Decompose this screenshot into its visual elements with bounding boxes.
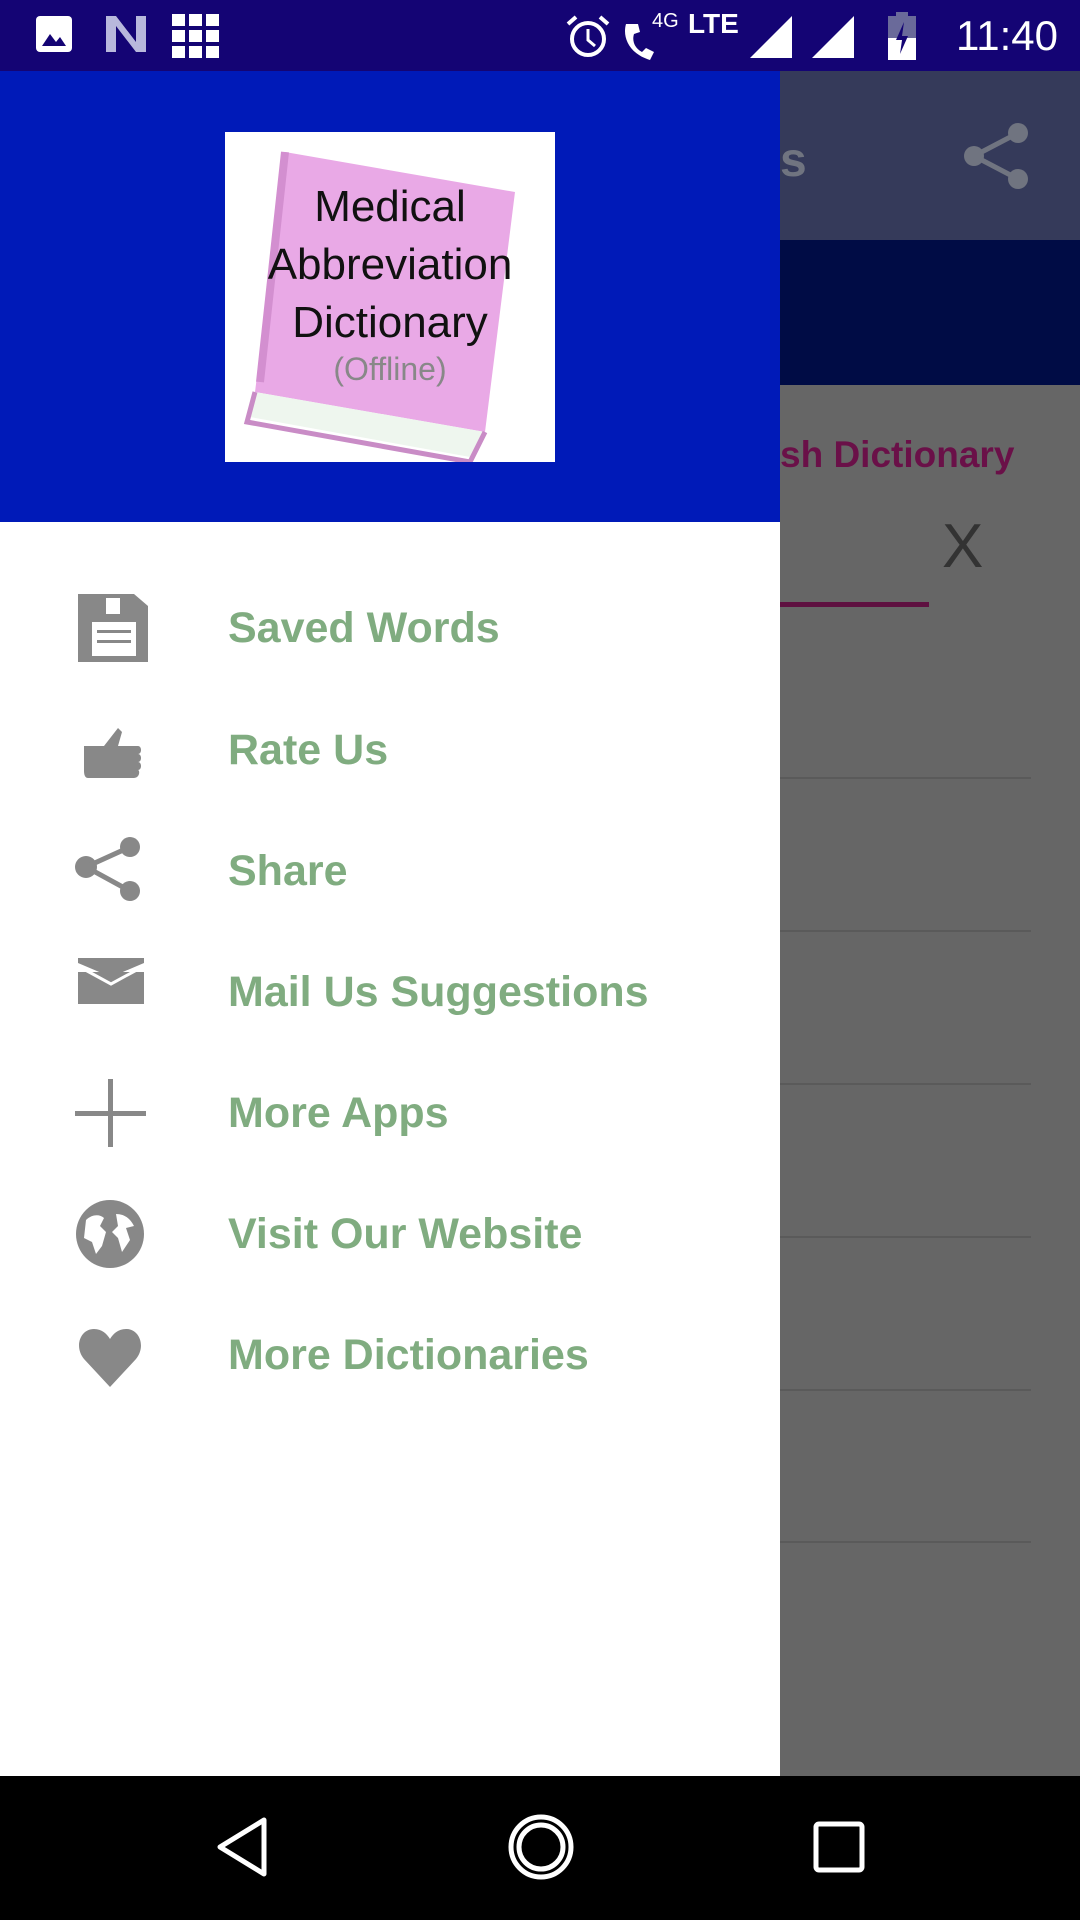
- back-button[interactable]: [214, 1812, 270, 1887]
- app-bar: s: [780, 71, 1080, 240]
- menu-item-more-apps[interactable]: More Apps: [0, 1053, 780, 1173]
- subtitle: sh Dictionary: [780, 434, 1015, 475]
- list-divider: [780, 1389, 1031, 1391]
- list-divider: [780, 1236, 1031, 1238]
- menu-item-label: More Dictionaries: [228, 1331, 589, 1379]
- menu-item-label: Visit Our Website: [228, 1210, 583, 1258]
- menu-item-label: Saved Words: [228, 604, 500, 652]
- tab-bar: [780, 240, 1080, 385]
- signal-icon: [750, 16, 792, 58]
- heart-icon: [79, 1329, 141, 1387]
- menu-item-saved-words[interactable]: Saved Words: [0, 568, 780, 688]
- list-divider: [780, 777, 1031, 779]
- drawer-header: Medical Abbreviation Dictionary (Offline…: [0, 71, 780, 522]
- n-app-icon: [106, 16, 146, 52]
- menu-item-label: More Apps: [228, 1089, 449, 1137]
- app-logo: Medical Abbreviation Dictionary (Offline…: [225, 132, 555, 462]
- system-navigation-bar: [0, 1776, 1080, 1920]
- share-icon: [75, 837, 140, 901]
- background-app-dimmed[interactable]: s sh Dictionary X: [780, 71, 1080, 1776]
- menu-item-visit-website[interactable]: Visit Our Website: [0, 1174, 780, 1294]
- call-badge: 4G: [652, 10, 679, 32]
- grid-app-icon: [172, 14, 219, 58]
- wifi-call-icon: [625, 24, 654, 60]
- globe-icon: [76, 1200, 144, 1268]
- navigation-drawer: Medical Abbreviation Dictionary (Offline…: [0, 71, 780, 1776]
- menu-item-rate-us[interactable]: Rate Us: [0, 690, 780, 810]
- thumbs-up-icon: [84, 728, 141, 778]
- list-divider: [780, 1083, 1031, 1085]
- save-icon: [78, 594, 148, 662]
- menu-item-mail-us[interactable]: Mail Us Suggestions: [0, 932, 780, 1052]
- clear-search-button[interactable]: X: [942, 511, 983, 582]
- menu-item-label: Rate Us: [228, 726, 389, 774]
- list-divider: [780, 1541, 1031, 1543]
- network-type: LTE: [688, 8, 739, 39]
- gallery-icon: [36, 16, 72, 52]
- menu-item-more-dictionaries[interactable]: More Dictionaries: [0, 1295, 780, 1415]
- signal-icon-2: [812, 16, 854, 58]
- recents-button[interactable]: [812, 1820, 868, 1881]
- alarm-icon: [566, 15, 610, 57]
- mail-icon: [77, 958, 145, 1004]
- search-underline: [780, 602, 929, 607]
- plus-icon: [75, 1079, 146, 1147]
- app-title: s: [780, 134, 807, 187]
- list-divider: [780, 930, 1031, 932]
- menu-item-share[interactable]: Share: [0, 811, 780, 931]
- logo-text: Medical Abbreviation Dictionary (Offline…: [267, 182, 513, 387]
- battery-icon: [888, 12, 916, 60]
- clock: 11:40: [956, 12, 1058, 59]
- menu-item-label: Mail Us Suggestions: [228, 968, 649, 1016]
- menu-item-label: Share: [228, 847, 348, 895]
- home-button[interactable]: [506, 1812, 576, 1887]
- status-bar: 4G LTE 11:40: [0, 0, 1080, 71]
- share-icon[interactable]: [962, 121, 1032, 191]
